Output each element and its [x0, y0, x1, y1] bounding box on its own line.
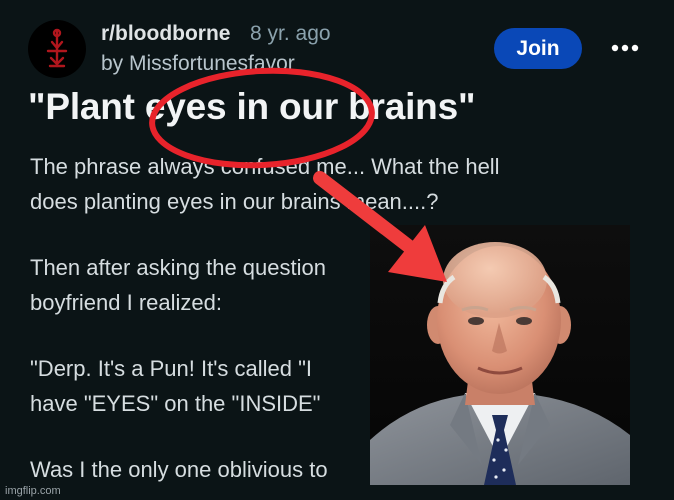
portrait-photo [370, 225, 630, 485]
text-line: Then after asking the question [30, 255, 326, 280]
post-paragraph-3: "Derp. It's a Pun! It's called "I have "… [30, 351, 321, 421]
post-paragraph-4: Was I the only one oblivious to [30, 452, 328, 487]
more-options-button[interactable] [605, 32, 645, 64]
text-line: have "EYES" on the "INSIDE" [30, 391, 321, 416]
subreddit-avatar[interactable] [28, 20, 86, 78]
watermark: imgflip.com [5, 485, 61, 497]
more-horizontal-icon [611, 44, 639, 52]
bloodborne-hunter-sigil-icon [46, 28, 68, 68]
text-line: boyfriend I realized: [30, 290, 222, 315]
text-line: Was I the only one oblivious to [30, 457, 328, 482]
post-author[interactable]: by Missfortunesfavor [101, 52, 295, 76]
post-paragraph-2: Then after asking the question boyfriend… [30, 250, 326, 320]
text-line: The phrase always confused me... What th… [30, 154, 500, 179]
text-line: "Derp. It's a Pun! It's called "I [30, 356, 313, 381]
subreddit-name[interactable]: r/bloodborne [101, 22, 231, 46]
post-paragraph-1: The phrase always confused me... What th… [30, 149, 500, 219]
text-line: does planting eyes in our brains mean...… [30, 189, 439, 214]
join-button[interactable]: Join [494, 28, 582, 69]
post-title[interactable]: "Plant eyes in our brains" [28, 86, 475, 128]
post-timestamp: 8 yr. ago [250, 22, 331, 45]
